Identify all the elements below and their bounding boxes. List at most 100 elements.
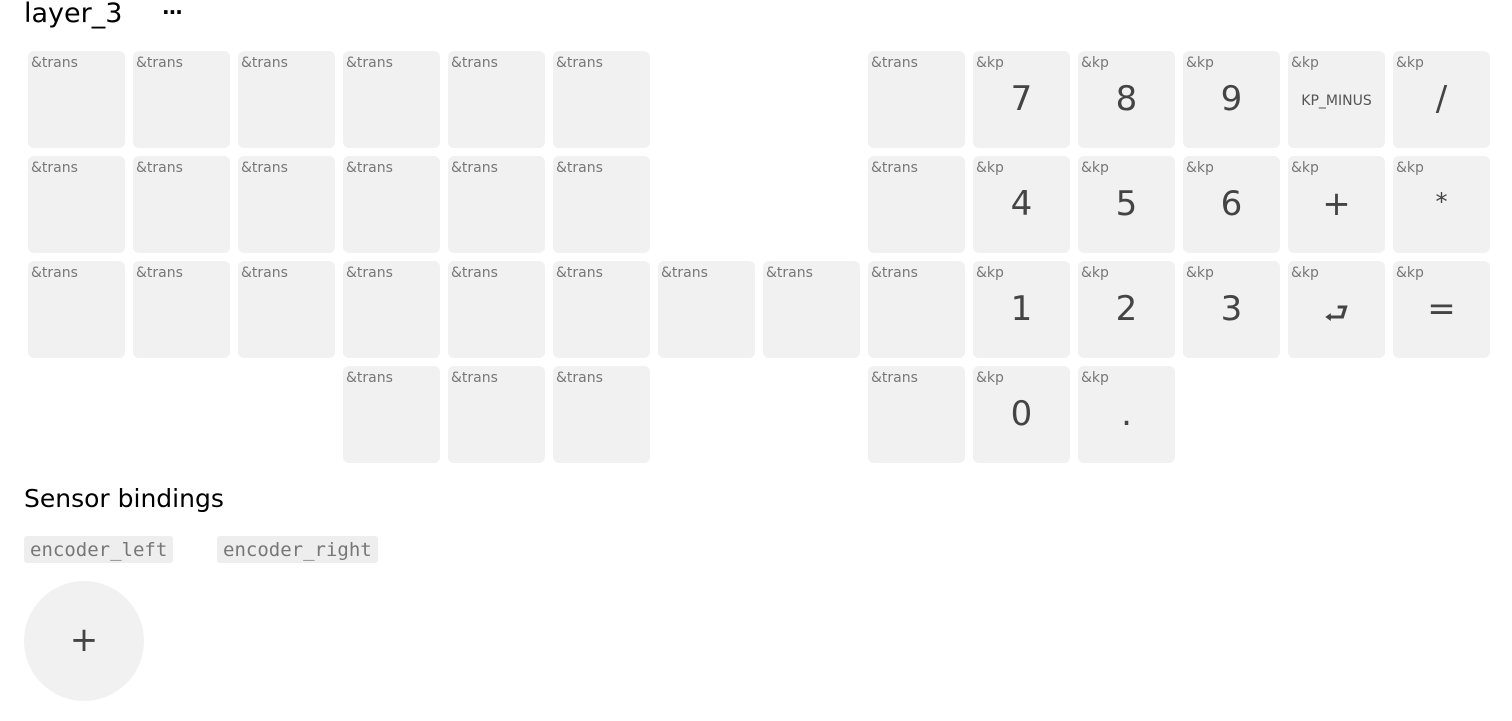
key-behavior: &kp xyxy=(1081,55,1109,71)
key[interactable]: &trans xyxy=(238,51,335,148)
key-behavior: &kp xyxy=(1396,160,1424,176)
key[interactable]: &trans xyxy=(28,261,125,358)
key-behavior: &trans xyxy=(451,55,498,71)
key[interactable]: &trans xyxy=(343,366,440,463)
sensor-encoder-left[interactable]: encoder_left xyxy=(24,536,174,563)
key-behavior: &trans xyxy=(451,265,498,281)
key-behavior: &trans xyxy=(556,370,603,386)
key[interactable]: &kp * xyxy=(1393,156,1490,253)
key[interactable]: &trans xyxy=(553,51,650,148)
key[interactable]: &kp 9 xyxy=(1183,51,1280,148)
key-behavior: &kp xyxy=(1186,160,1214,176)
key[interactable]: &trans xyxy=(238,156,335,253)
key-param: * xyxy=(1435,188,1448,216)
key-param: 2 xyxy=(1115,289,1138,329)
key-behavior: &trans xyxy=(241,265,288,281)
sensor-bindings-heading: Sensor bindings xyxy=(24,484,224,513)
key[interactable]: &kp / xyxy=(1393,51,1490,148)
key[interactable]: &kp 0 xyxy=(973,366,1070,463)
key-behavior: &trans xyxy=(346,370,393,386)
key[interactable]: &kp 7 xyxy=(973,51,1070,148)
ellipsis-icon[interactable]: ··· xyxy=(162,0,183,24)
key-behavior: &kp xyxy=(1081,160,1109,176)
key-behavior: &kp xyxy=(1081,370,1109,386)
key-behavior: &kp xyxy=(976,55,1004,71)
key-behavior: &trans xyxy=(871,160,918,176)
layer-title: layer_3 xyxy=(24,0,123,29)
key-behavior: &trans xyxy=(766,265,813,281)
key-behavior: &trans xyxy=(346,55,393,71)
key-param: 6 xyxy=(1220,184,1243,224)
key[interactable]: &kp 8 xyxy=(1078,51,1175,148)
key-behavior: &trans xyxy=(871,55,918,71)
key[interactable]: &kp 6 xyxy=(1183,156,1280,253)
key[interactable]: &trans xyxy=(133,156,230,253)
key-behavior: &trans xyxy=(871,265,918,281)
key[interactable]: &trans xyxy=(448,261,545,358)
key[interactable]: &trans xyxy=(343,51,440,148)
key[interactable]: &kp ⮐ xyxy=(1288,261,1385,358)
key-behavior: &kp xyxy=(1186,265,1214,281)
key-param: / xyxy=(1435,79,1448,119)
key[interactable]: &trans xyxy=(658,261,755,358)
key[interactable]: &trans xyxy=(133,261,230,358)
key[interactable]: &trans xyxy=(868,366,965,463)
key[interactable]: &kp 2 xyxy=(1078,261,1175,358)
key-behavior: &trans xyxy=(346,160,393,176)
key-behavior: &kp xyxy=(976,370,1004,386)
key[interactable]: &trans xyxy=(133,51,230,148)
key-behavior: &trans xyxy=(556,55,603,71)
key-behavior: &kp xyxy=(1081,265,1109,281)
key-param: 9 xyxy=(1220,79,1243,119)
key[interactable]: &trans xyxy=(868,261,965,358)
key-behavior: &kp xyxy=(976,265,1004,281)
key-behavior: &trans xyxy=(556,160,603,176)
sensor-encoder-right[interactable]: encoder_right xyxy=(217,536,378,563)
key-param: 0 xyxy=(1010,394,1033,434)
key[interactable]: &trans xyxy=(28,51,125,148)
key[interactable]: &trans xyxy=(553,261,650,358)
key-behavior: &kp xyxy=(1396,265,1424,281)
key[interactable]: &trans xyxy=(448,156,545,253)
key-param: 3 xyxy=(1220,289,1243,329)
plus-icon: + xyxy=(69,620,99,660)
add-button[interactable]: + xyxy=(24,581,144,701)
key-param: 1 xyxy=(1010,289,1033,329)
key-behavior: &trans xyxy=(241,160,288,176)
key[interactable]: &kp = xyxy=(1393,261,1490,358)
key[interactable]: &trans xyxy=(448,51,545,148)
key-behavior: &kp xyxy=(976,160,1004,176)
key[interactable]: &trans xyxy=(868,156,965,253)
key-behavior: &kp xyxy=(1291,55,1319,71)
key-param: . xyxy=(1121,394,1132,434)
key[interactable]: &kp 1 xyxy=(973,261,1070,358)
key[interactable]: &kp KP_MINUS xyxy=(1288,51,1385,148)
key-behavior: &trans xyxy=(451,370,498,386)
key-behavior: &trans xyxy=(451,160,498,176)
key[interactable]: &kp 5 xyxy=(1078,156,1175,253)
key-behavior: &trans xyxy=(346,265,393,281)
key[interactable]: &kp 4 xyxy=(973,156,1070,253)
key[interactable]: &trans xyxy=(28,156,125,253)
key[interactable]: &trans xyxy=(553,156,650,253)
key[interactable]: &trans xyxy=(238,261,335,358)
key-param: 7 xyxy=(1010,79,1033,119)
key[interactable]: &kp. xyxy=(1078,366,1175,463)
key-param: ⮐ xyxy=(1323,297,1350,330)
key[interactable]: &trans xyxy=(763,261,860,358)
key[interactable]: &trans xyxy=(868,51,965,148)
key-behavior: &trans xyxy=(136,55,183,71)
key-behavior: &trans xyxy=(31,160,78,176)
key[interactable]: &trans xyxy=(343,156,440,253)
key[interactable]: &trans xyxy=(448,366,545,463)
key-param: 8 xyxy=(1115,79,1138,119)
key[interactable]: &kp + xyxy=(1288,156,1385,253)
key[interactable]: &trans xyxy=(553,366,650,463)
key-behavior: &trans xyxy=(871,370,918,386)
key-behavior: &trans xyxy=(241,55,288,71)
key-behavior: &kp xyxy=(1291,265,1319,281)
key[interactable]: &kp 3 xyxy=(1183,261,1280,358)
key-param: + xyxy=(1322,184,1351,224)
key[interactable]: &trans xyxy=(343,261,440,358)
key-behavior: &trans xyxy=(556,265,603,281)
